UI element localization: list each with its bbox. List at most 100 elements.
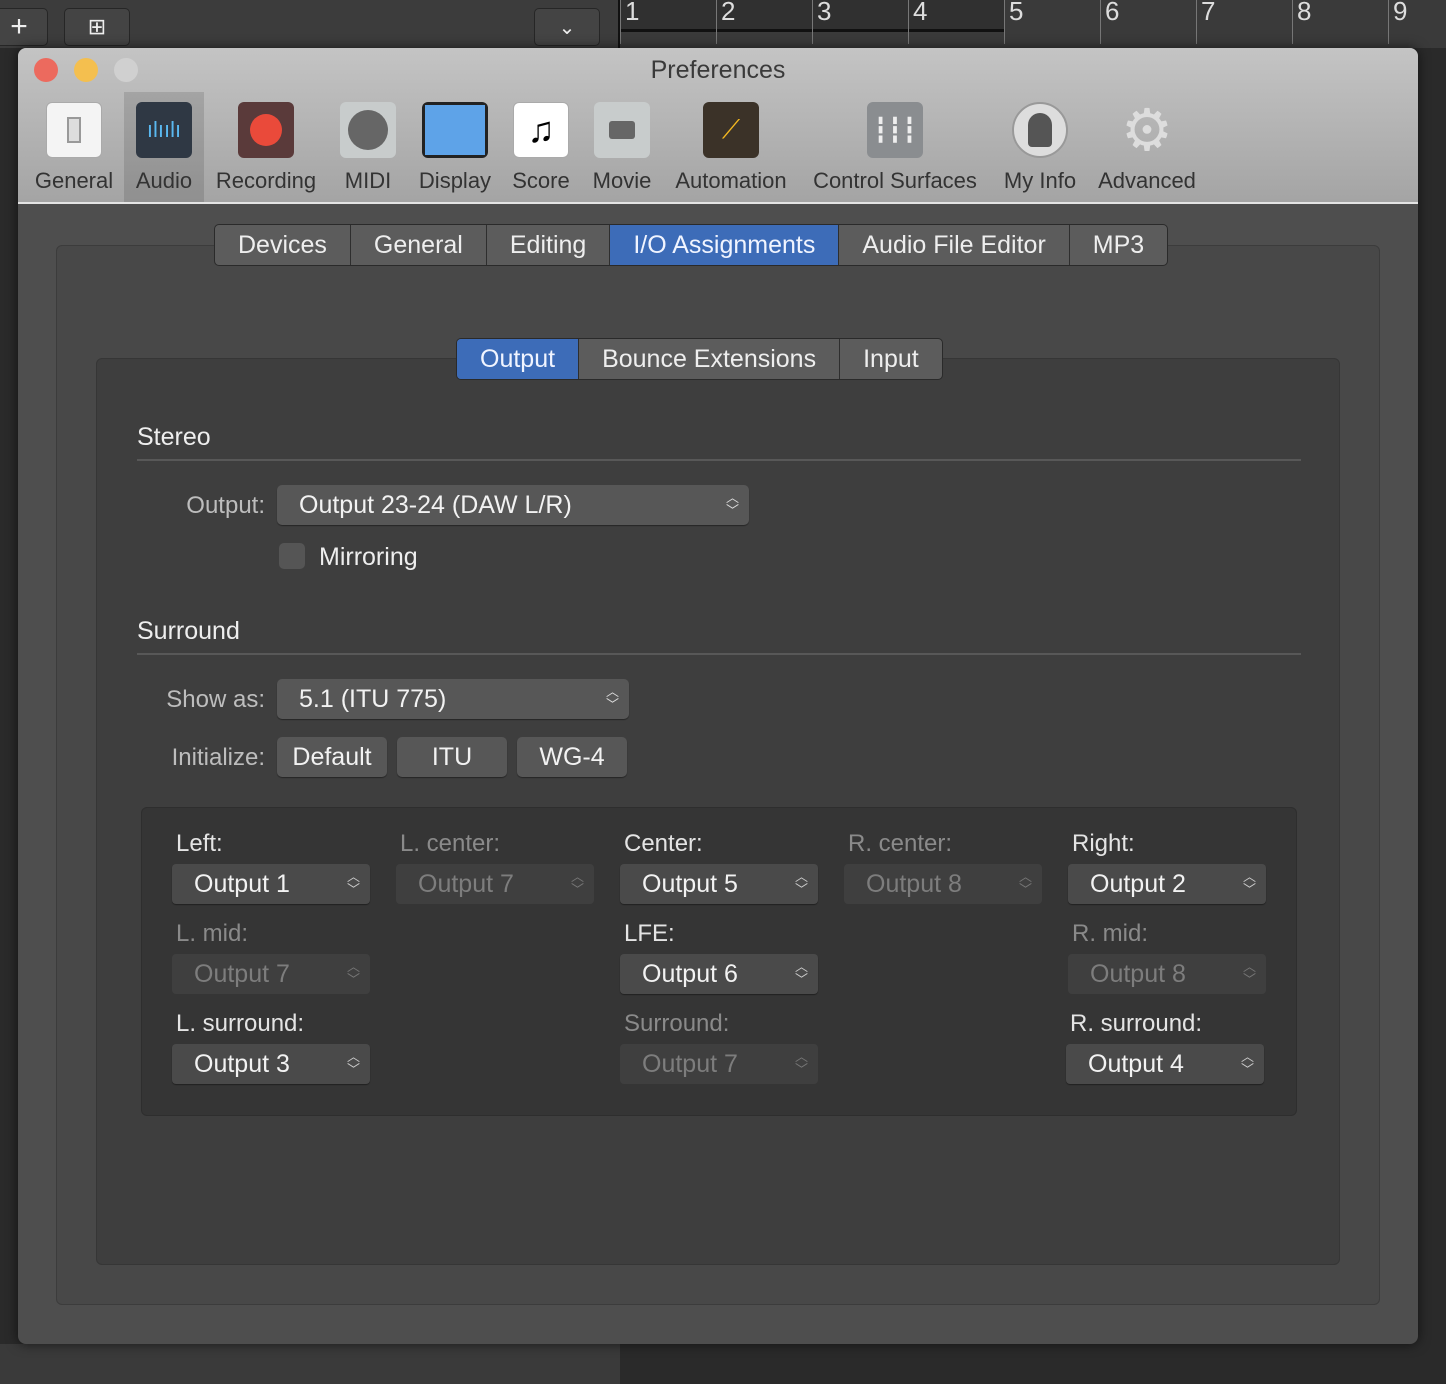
show-as-popup[interactable]: 5.1 (ITU 775) ︿ ﹀ xyxy=(277,679,629,719)
toolbar-item-label: My Info xyxy=(1003,168,1077,193)
channel-output-value: Output 8 xyxy=(866,869,962,898)
channel-output-value: Output 1 xyxy=(194,869,290,898)
toolbar-item-midi[interactable]: MIDI xyxy=(340,92,396,202)
faders-icon: ┇┇┇ xyxy=(867,92,923,158)
channel-output-popup[interactable]: Output 1 ︿ ﹀ xyxy=(172,864,370,904)
tab-i-o-assignments[interactable]: I/O Assignments xyxy=(610,225,840,265)
tab-audio-file-editor[interactable]: Audio File Editor xyxy=(839,225,1070,265)
channel-output-popup: Output 7 ︿ ﹀ xyxy=(620,1044,818,1084)
chevron-updown-icon: ︿ ﹀ xyxy=(794,959,808,987)
background-area xyxy=(0,1344,620,1384)
record-icon xyxy=(238,92,294,158)
toolbar-item-my-info[interactable]: My Info xyxy=(1001,92,1079,202)
channel-output-popup: Output 7 ︿ ﹀ xyxy=(172,954,370,994)
movie-camera-icon xyxy=(594,92,650,158)
chevron-updown-icon: ︿ ﹀ xyxy=(570,869,584,897)
channel-output-value: Output 7 xyxy=(642,1049,738,1078)
tab-devices[interactable]: Devices xyxy=(215,225,351,265)
channel-label: R. mid: xyxy=(1072,920,1149,947)
toolbar-item-label: Automation xyxy=(675,168,787,193)
preferences-window: Preferences General ılıılı Audio Recording M… xyxy=(18,48,1418,1344)
stereo-heading: Stereo xyxy=(137,423,211,451)
chevron-updown-icon: ︿ ﹀ xyxy=(1242,869,1256,897)
subtab-bar: Output Bounce Extensions Input xyxy=(456,338,943,380)
chevron-updown-icon: ︿ ﹀ xyxy=(605,684,619,712)
channel-output-value: Output 8 xyxy=(1090,959,1186,988)
toolbar-item-label: Advanced xyxy=(1098,168,1196,193)
toolbar-item-label: Recording xyxy=(215,168,317,193)
ruler-bar-number: 2 xyxy=(716,0,735,44)
toolbar-item-control-surfaces[interactable]: ┇┇┇ Control Surfaces xyxy=(807,92,983,202)
collapse-button[interactable]: ⌄ xyxy=(534,8,600,46)
initialize-wg4-button[interactable]: WG-4 xyxy=(517,737,627,777)
subtab-bounce-extensions[interactable]: Bounce Extensions xyxy=(579,339,841,379)
toolbar-item-recording[interactable]: Recording xyxy=(213,92,319,202)
channel-output-popup[interactable]: Output 4 ︿ ﹀ xyxy=(1066,1044,1264,1084)
stereo-output-value: Output 23-24 (DAW L/R) xyxy=(299,490,572,519)
toolbar-item-audio[interactable]: ılıılı Audio xyxy=(124,92,204,202)
chevron-updown-icon: ︿ ﹀ xyxy=(725,490,739,518)
show-as-value: 5.1 (ITU 775) xyxy=(299,684,447,713)
window-title: Preferences xyxy=(650,56,786,84)
toolbar-item-display[interactable]: Display xyxy=(417,92,493,202)
toolbar-item-label: Movie xyxy=(592,168,652,193)
toolbar-item-score[interactable]: ♫ Score xyxy=(510,92,572,202)
tab-general[interactable]: General xyxy=(351,225,487,265)
new-track-button[interactable]: ⊞ xyxy=(64,8,130,46)
timeline-ruler[interactable]: 1 2 3 4 5 6 7 8 9 xyxy=(618,0,1446,48)
channel-output-popup[interactable]: Output 3 ︿ ﹀ xyxy=(172,1044,370,1084)
chevron-updown-icon: ︿ ﹀ xyxy=(794,1049,808,1077)
toolbar: Preferences General ılıılı Audio Recording M… xyxy=(18,48,1418,204)
score-note-icon: ♫ xyxy=(513,92,569,158)
divider xyxy=(137,653,1301,655)
ruler-bar-number: 6 xyxy=(1100,0,1119,44)
mirroring-checkbox[interactable] xyxy=(279,543,305,569)
channel-output-popup[interactable]: Output 2 ︿ ﹀ xyxy=(1068,864,1266,904)
chevron-updown-icon: ︿ ﹀ xyxy=(346,959,360,987)
channel-output-value: Output 7 xyxy=(194,959,290,988)
tab-editing[interactable]: Editing xyxy=(487,225,611,265)
ruler-bar-number: 5 xyxy=(1004,0,1023,44)
channel-output-popup[interactable]: Output 6 ︿ ﹀ xyxy=(620,954,818,994)
channel-label: L. surround: xyxy=(176,1010,305,1037)
divider xyxy=(137,459,1301,461)
automation-icon: ⟋ xyxy=(703,92,759,158)
channel-label: L. center: xyxy=(400,830,501,857)
toolbar-item-label: General xyxy=(34,168,114,193)
channel-label: Center: xyxy=(624,830,703,857)
channel-label: Left: xyxy=(176,830,223,857)
initialize-itu-button[interactable]: ITU xyxy=(397,737,507,777)
ruler-bar-number: 9 xyxy=(1388,0,1407,44)
toolbar-item-label: MIDI xyxy=(344,168,392,193)
tab-mp3[interactable]: MP3 xyxy=(1070,225,1167,265)
audio-waveform-icon: ılıılı xyxy=(136,92,192,158)
toolbar-item-label: Score xyxy=(512,168,570,193)
stereo-output-popup[interactable]: Output 23-24 (DAW L/R) ︿ ﹀ xyxy=(277,485,749,525)
chevron-updown-icon: ︿ ﹀ xyxy=(794,869,808,897)
chevron-updown-icon: ︿ ﹀ xyxy=(1018,869,1032,897)
ruler-bar-number: 3 xyxy=(812,0,831,44)
toolbar-item-movie[interactable]: Movie xyxy=(590,92,654,202)
initialize-default-button[interactable]: Default xyxy=(277,737,387,777)
general-switch-icon xyxy=(46,92,102,158)
channel-output-value: Output 6 xyxy=(642,959,738,988)
ruler-bar-number: 7 xyxy=(1196,0,1215,44)
subtab-input[interactable]: Input xyxy=(840,339,942,379)
chevron-updown-icon: ︿ ﹀ xyxy=(1240,1049,1254,1077)
channel-output-popup[interactable]: Output 5 ︿ ﹀ xyxy=(620,864,818,904)
add-track-button[interactable]: + xyxy=(0,8,48,46)
midi-connector-icon xyxy=(340,92,396,158)
toolbar-item-label: Control Surfaces xyxy=(813,168,977,193)
channel-output-value: Output 5 xyxy=(642,869,738,898)
ruler-bar-number: 4 xyxy=(908,0,927,44)
toolbar-item-automation[interactable]: ⟋ Automation xyxy=(670,92,792,202)
chevron-updown-icon: ︿ ﹀ xyxy=(1242,959,1256,987)
subtab-output[interactable]: Output xyxy=(457,339,580,379)
channel-output-popup: Output 8 ︿ ﹀ xyxy=(1068,954,1266,994)
toolbar-item-general[interactable]: General xyxy=(34,92,114,202)
channel-label: Right: xyxy=(1072,830,1135,857)
channel-output-popup: Output 8 ︿ ﹀ xyxy=(844,864,1042,904)
toolbar-item-advanced[interactable]: ⚙ Advanced xyxy=(1095,92,1199,202)
surround-heading: Surround xyxy=(137,617,240,645)
user-icon xyxy=(1012,92,1068,158)
